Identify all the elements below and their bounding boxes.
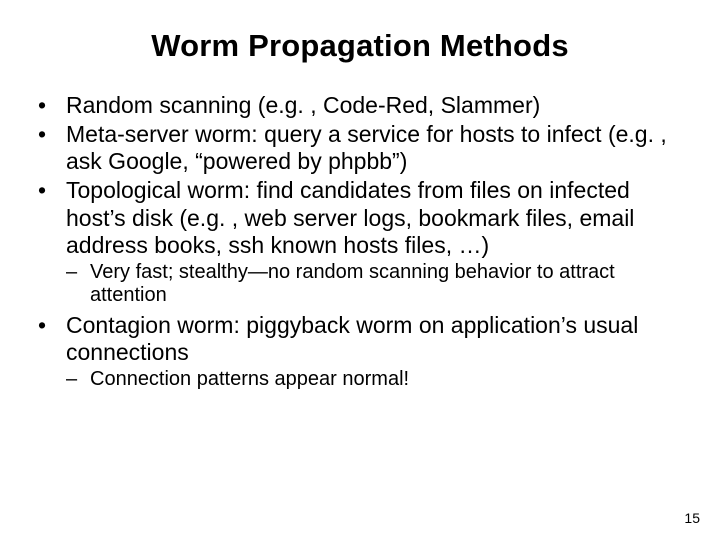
list-item: Contagion worm: piggyback worm on applic… bbox=[34, 312, 682, 392]
list-item: Topological worm: find candidates from f… bbox=[34, 177, 682, 308]
bullet-text: Random scanning (e.g. , Code-Red, Slamme… bbox=[66, 92, 540, 118]
list-item: Meta-server worm: query a service for ho… bbox=[34, 121, 682, 175]
sub-bullet-text: Very fast; stealthy—no random scanning b… bbox=[90, 261, 615, 307]
sub-list-item: Very fast; stealthy—no random scanning b… bbox=[66, 261, 682, 308]
bullet-text: Contagion worm: piggyback worm on applic… bbox=[66, 312, 638, 365]
slide-title: Worm Propagation Methods bbox=[34, 28, 686, 64]
bullet-list: Random scanning (e.g. , Code-Red, Slamme… bbox=[34, 92, 686, 392]
sub-list: Connection patterns appear normal! bbox=[66, 368, 682, 392]
slide: Worm Propagation Methods Random scanning… bbox=[0, 0, 720, 540]
sub-bullet-text: Connection patterns appear normal! bbox=[90, 368, 409, 390]
sub-list-item: Connection patterns appear normal! bbox=[66, 368, 682, 392]
bullet-text: Meta-server worm: query a service for ho… bbox=[66, 121, 667, 174]
bullet-text: Topological worm: find candidates from f… bbox=[66, 177, 634, 257]
list-item: Random scanning (e.g. , Code-Red, Slamme… bbox=[34, 92, 682, 119]
sub-list: Very fast; stealthy—no random scanning b… bbox=[66, 261, 682, 308]
page-number: 15 bbox=[684, 510, 700, 526]
